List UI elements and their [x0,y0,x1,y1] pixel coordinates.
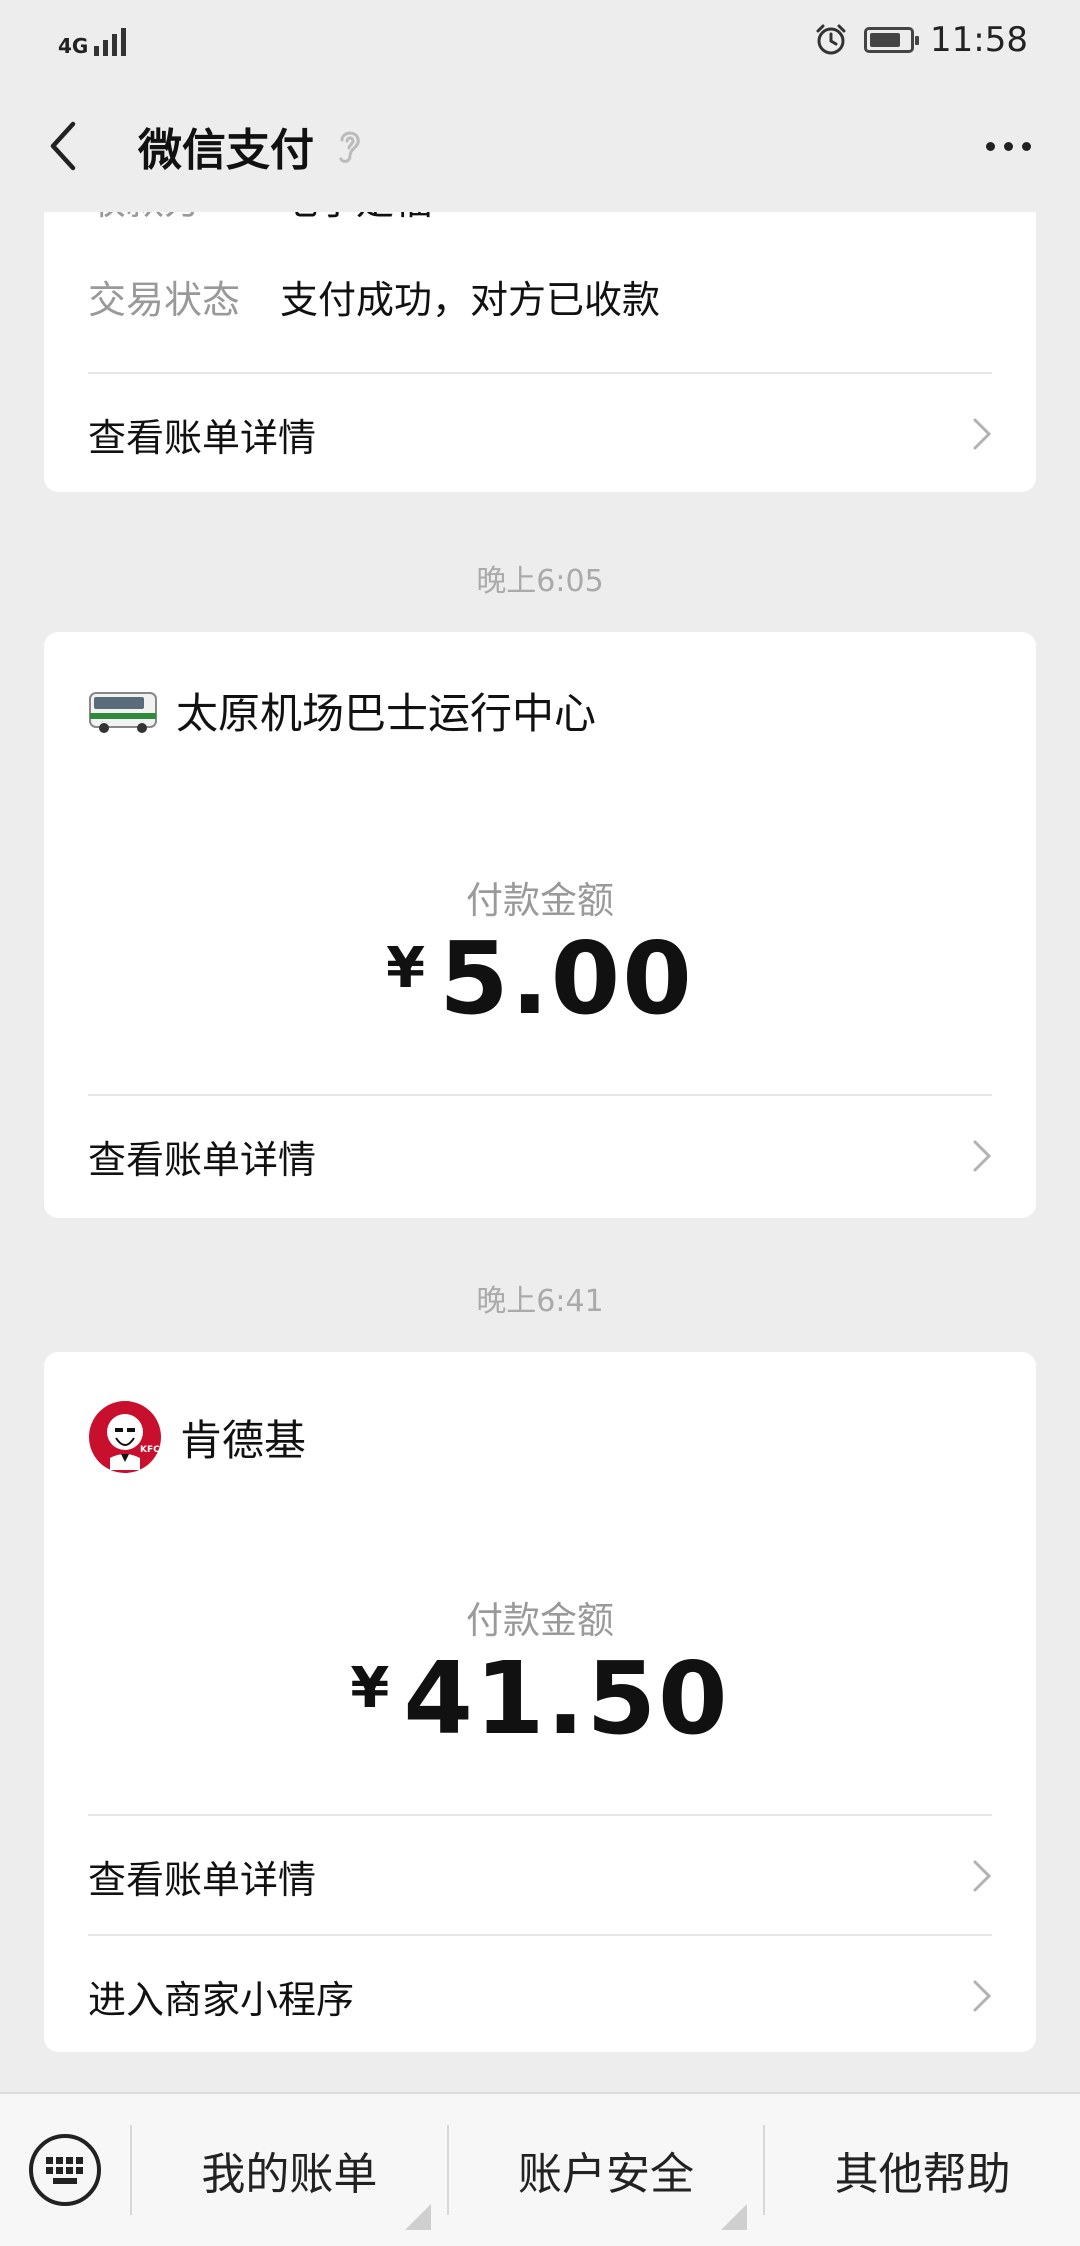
amount: ¥ 41.50 [44,1648,1036,1750]
amount-label: 付款金额 [466,879,614,922]
menu-label: 其他帮助 [834,2149,1011,2200]
merchant-name: 太原机场巴士运行中心 [176,689,597,738]
kfc-logo-icon: KFC [89,1401,161,1473]
amount-value: 5.00 [439,920,694,1037]
merchant-mini-program-link[interactable]: 进入商家小程序 [88,1934,992,2056]
link-label: 查看账单详情 [88,1137,317,1182]
dot [1003,141,1013,151]
dot [1021,141,1031,151]
transaction-card: KFC 肯德基 付款金额 ¥ 41.50 查看账单详情 进入商家小程序 [44,1352,1036,2052]
dot [985,141,995,151]
alarm-icon [816,24,846,55]
menu-my-bills[interactable]: 我的账单 [132,2094,447,2246]
chevron-right-icon [973,418,992,450]
signal-icon [94,24,127,56]
detail-value: 支付成功，对方已收款 [280,277,661,322]
amount-block: 付款金额 ¥ 5.00 [44,870,1036,1030]
currency-symbol: ¥ [386,936,426,1001]
menu-account-security[interactable]: 账户安全 [449,2094,764,2246]
bus-icon [89,691,157,733]
network-indicator: 4G [58,24,127,58]
merchant-name: 肯德基 [180,1415,307,1465]
ear-icon[interactable] [334,126,364,166]
detail-key: 收款方 [88,212,280,225]
view-bill-details-link[interactable]: 查看账单详情 [88,372,992,494]
back-button[interactable] [32,106,92,186]
link-label: 查看账单详情 [88,1857,317,1902]
menu-label: 账户安全 [518,2149,694,2200]
battery-icon [864,27,920,53]
detail-key: 交易状态 [88,277,241,322]
detail-row-status: 交易状态 支付成功，对方已收款 [88,256,992,336]
link-label: 查看账单详情 [88,415,317,460]
chevron-right-icon [973,1860,992,1892]
detail-value: 吃了是福 [280,212,432,225]
nav-bar: 微信支付 [0,80,1080,212]
bottom-menu-bar: 我的账单 账户安全 其他帮助 [0,2092,1080,2246]
link-label: 进入商家小程序 [88,1977,355,2022]
merchant-header: 太原机场巴士运行中心 [88,680,596,741]
amount-label: 付款金额 [466,1599,614,1642]
chevron-right-icon [973,1140,992,1172]
chevron-right-icon [973,1980,992,2012]
transaction-card-partial: 收款方 吃了是福 交易状态 支付成功，对方已收款 查看账单详情 [44,212,1036,492]
merchant-header: KFC 肯德基 [88,1400,306,1474]
clock: 11:58 [930,20,1028,60]
currency-symbol: ¥ [350,1656,390,1721]
view-bill-details-link[interactable]: 查看账单详情 [88,1814,992,1936]
transaction-card: 太原机场巴士运行中心 付款金额 ¥ 5.00 查看账单详情 [44,632,1036,1218]
message-timestamp: 晚上6:41 [476,1284,604,1319]
back-arrow-icon [50,121,76,171]
amount: ¥ 5.00 [44,928,1036,1030]
view-bill-details-link[interactable]: 查看账单详情 [88,1094,992,1216]
svg-text:KFC: KFC [140,1445,160,1455]
keyboard-icon [29,2134,101,2206]
message-timestamp: 晚上6:05 [476,564,604,599]
menu-other-help[interactable]: 其他帮助 [765,2094,1080,2246]
submenu-indicator-icon [404,2204,431,2230]
message-list[interactable]: 收款方 吃了是福 交易状态 支付成功，对方已收款 查看账单详情 晚上6:05 太… [0,212,1080,2092]
amount-block: 付款金额 ¥ 41.50 [44,1590,1036,1750]
detail-row-payee: 收款方 吃了是福 [88,212,992,252]
more-options-button[interactable] [968,106,1048,186]
network-type: 4G [58,34,89,58]
page-title: 微信支付 [138,125,314,176]
menu-label: 我的账单 [201,2149,378,2200]
status-bar: 4G 11:58 [0,0,1080,80]
keyboard-toggle-button[interactable] [0,2094,130,2246]
amount-value: 41.50 [403,1640,730,1757]
submenu-indicator-icon [721,2204,748,2230]
